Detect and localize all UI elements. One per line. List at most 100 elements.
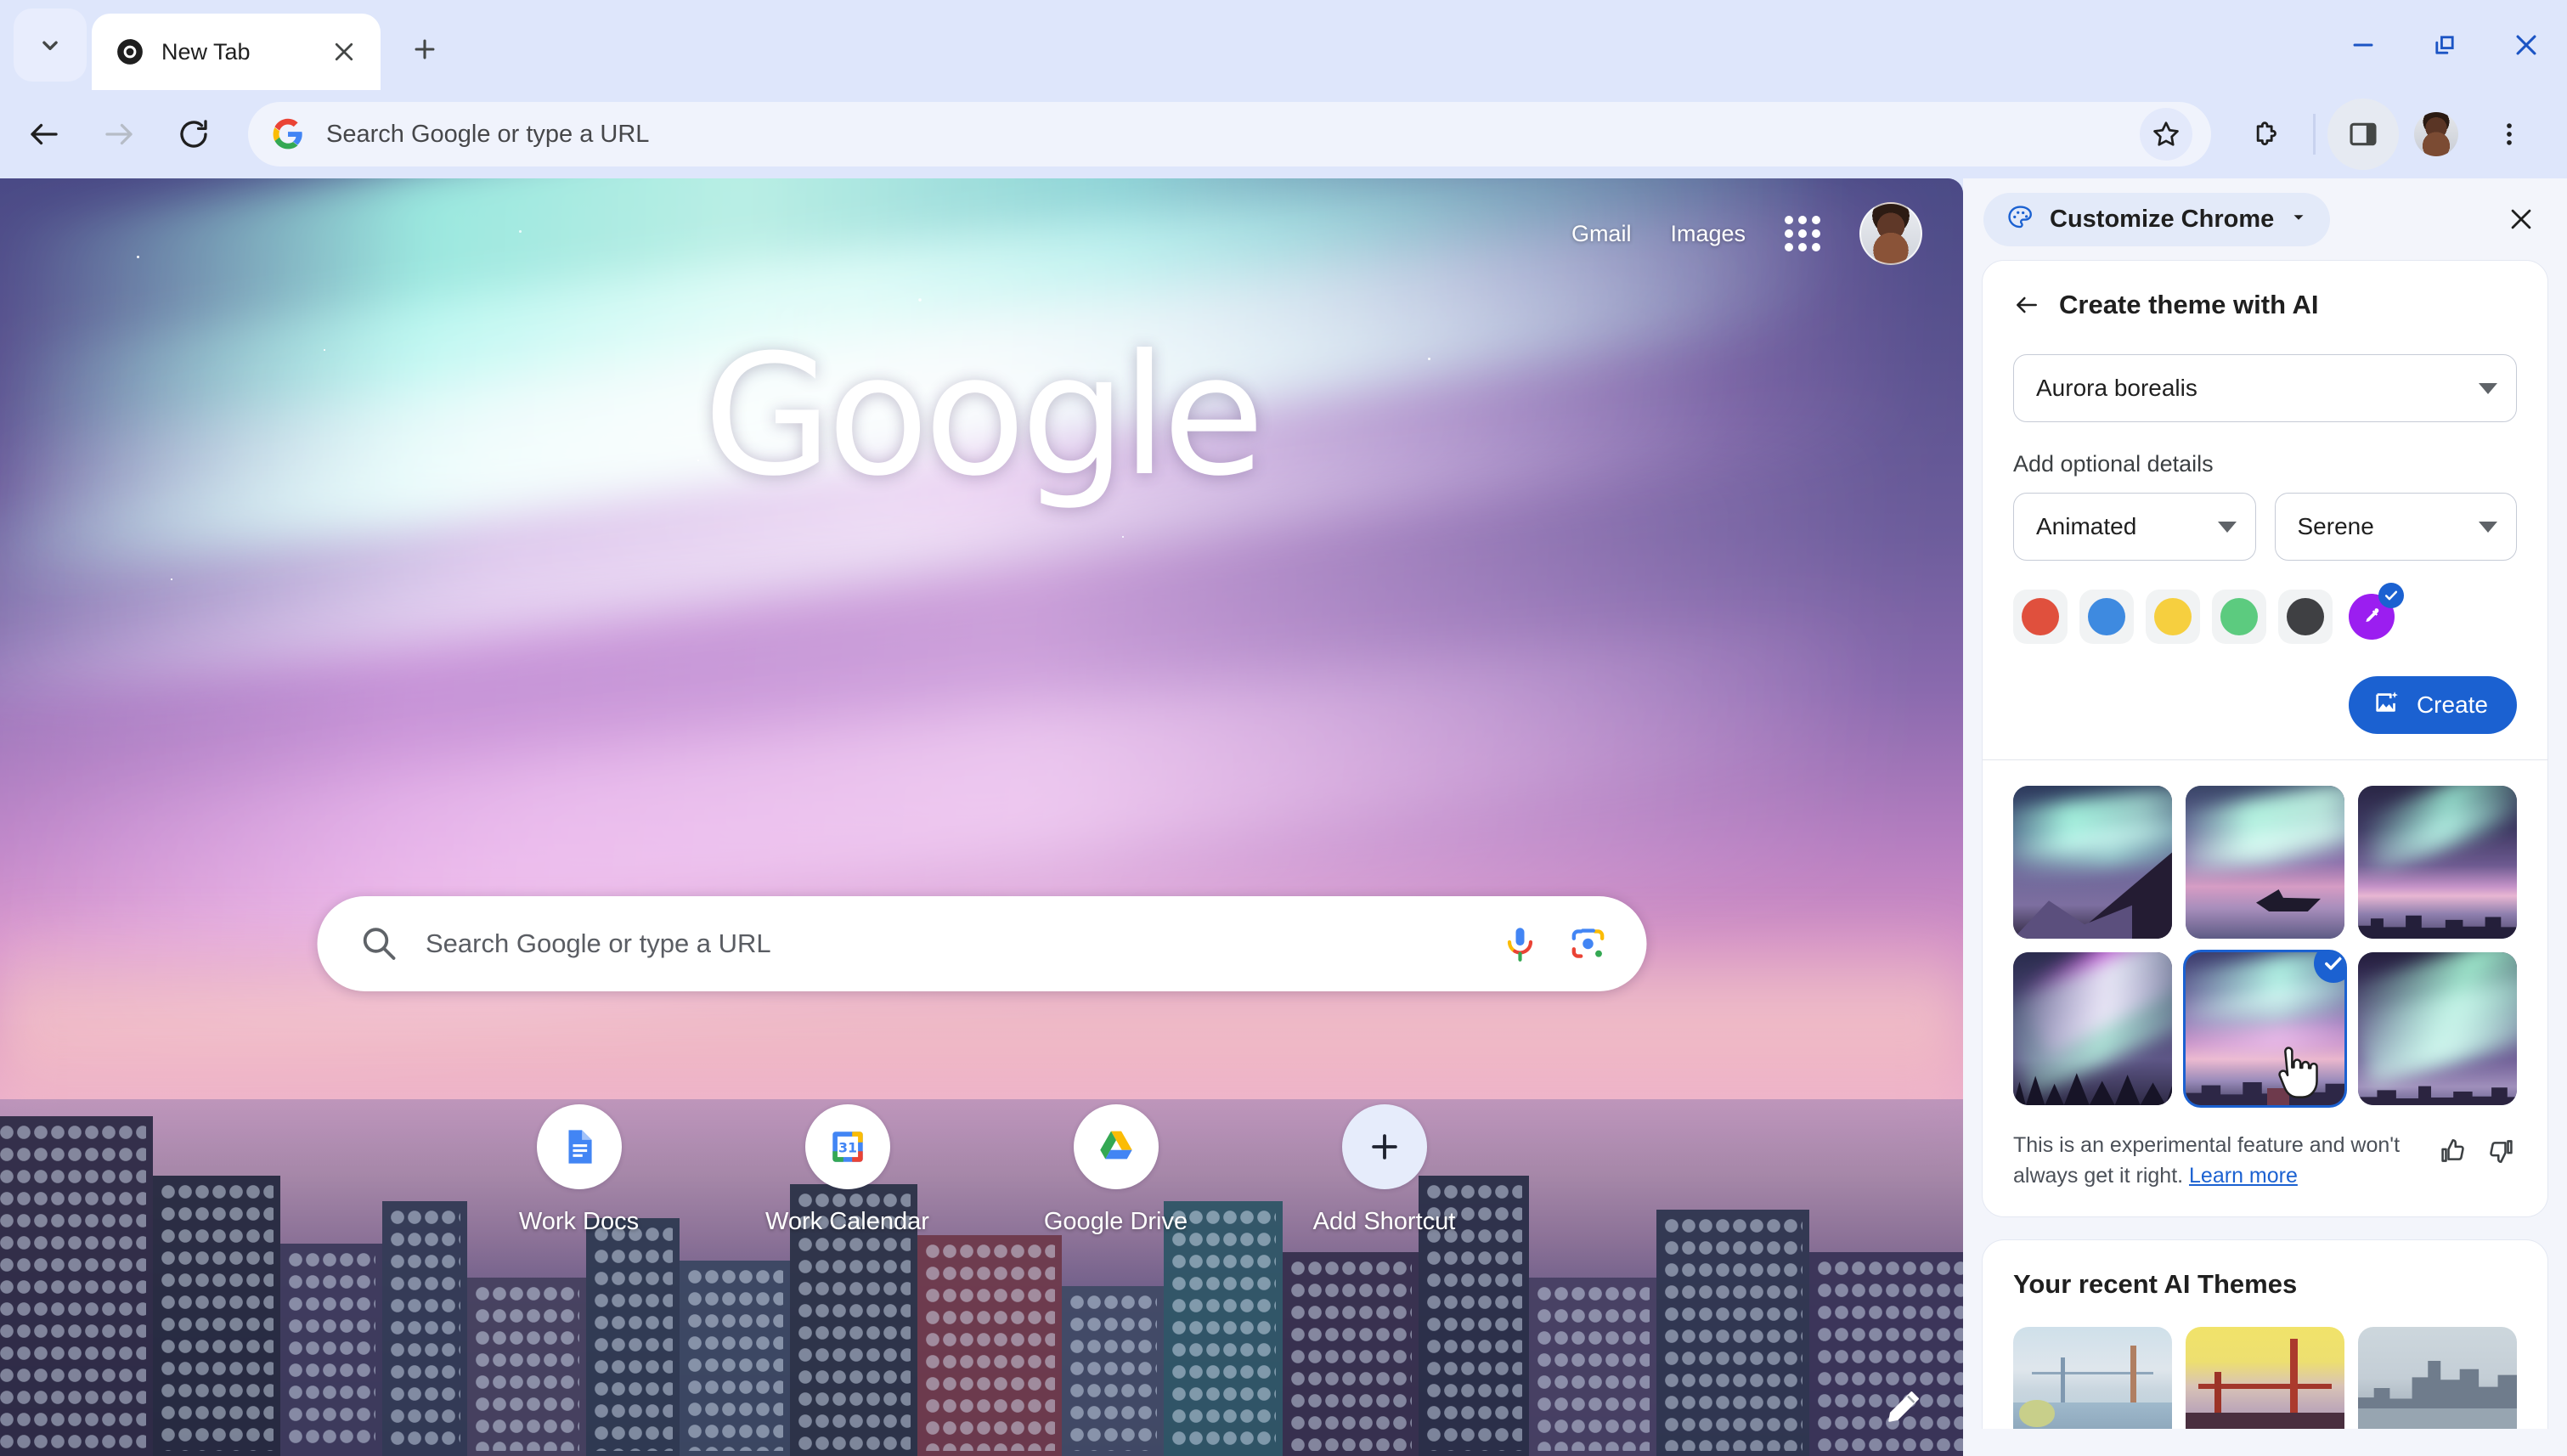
google-lens-icon[interactable] <box>1566 923 1609 965</box>
color-swatches <box>2013 583 2517 644</box>
back-button[interactable] <box>8 99 80 170</box>
pencil-icon <box>1888 1391 1919 1422</box>
optional-details-label: Add optional details <box>2013 451 2214 477</box>
omnibox[interactable]: Search Google or type a URL <box>248 102 2211 166</box>
images-link[interactable]: Images <box>1670 221 1746 247</box>
recent-theme-chicago-skyline[interactable] <box>2358 1327 2517 1429</box>
ntp-search-box[interactable]: Search Google or type a URL <box>317 896 1646 991</box>
check-icon <box>2378 583 2404 608</box>
edit-background-button[interactable] <box>1878 1383 1927 1432</box>
ntp-top-links: Gmail Images <box>1571 202 1922 265</box>
svg-text:31: 31 <box>838 1139 856 1155</box>
google-docs-icon <box>536 1104 622 1189</box>
profile-button[interactable] <box>2401 99 2472 170</box>
reload-button[interactable] <box>158 99 229 170</box>
side-panel-title: Customize Chrome <box>2050 205 2275 233</box>
side-panel-icon <box>2350 122 2377 146</box>
bookmark-star-icon[interactable] <box>2140 108 2192 161</box>
close-icon[interactable] <box>326 34 362 70</box>
close-icon <box>2511 209 2531 229</box>
theme-result-aurora-city-purple[interactable] <box>2183 950 2347 1108</box>
learn-more-link[interactable]: Learn more <box>2189 1164 2298 1188</box>
chevron-down-icon <box>2479 382 2497 394</box>
recent-theme-bay-bridge-pastel[interactable] <box>2013 1327 2172 1429</box>
side-panel-button[interactable] <box>2327 99 2399 170</box>
tab-search-button[interactable] <box>14 8 87 82</box>
chevron-down-icon <box>42 41 58 50</box>
side-panel-title-dropdown[interactable]: Customize Chrome <box>1983 192 2331 246</box>
chevron-down-icon <box>2217 521 2237 533</box>
shortcut-add[interactable]: Add Shortcut <box>1293 1104 1476 1236</box>
tab-new-tab[interactable]: New Tab <box>92 14 381 90</box>
google-calendar-icon: 31 <box>804 1104 890 1189</box>
search-icon <box>358 923 400 965</box>
mood-value: Serene <box>2297 513 2374 539</box>
image-sparkle-icon <box>2372 688 2401 723</box>
side-panel-header: Customize Chrome <box>1963 178 2567 260</box>
chrome-menu-button[interactable] <box>2474 99 2545 170</box>
style-value: Animated <box>2036 513 2137 539</box>
close-window-button[interactable] <box>2485 0 2567 90</box>
chrome-icon <box>116 37 144 66</box>
recent-ai-themes-grid <box>2013 1327 2517 1429</box>
style-select[interactable]: Animated <box>2013 493 2256 561</box>
subject-value: Aurora borealis <box>2036 375 2197 401</box>
color-swatch-yellow[interactable] <box>2146 590 2200 644</box>
create-button[interactable]: Create <box>2348 676 2517 734</box>
forward-button[interactable] <box>83 99 155 170</box>
restore-icon <box>2435 36 2454 54</box>
google-apps-icon[interactable] <box>1785 216 1820 251</box>
color-swatch-custom[interactable] <box>2344 583 2404 644</box>
shortcut-label: Work Docs <box>518 1208 640 1235</box>
shortcut-work-docs[interactable]: Work Docs <box>488 1104 671 1236</box>
create-button-row: Create <box>2013 676 2517 734</box>
color-swatch-blue[interactable] <box>2079 590 2134 644</box>
feedback-buttons <box>2437 1131 2517 1166</box>
avatar[interactable] <box>1859 202 1922 265</box>
shortcut-label: Add Shortcut <box>1312 1208 1456 1235</box>
customize-chrome-side-panel: Customize Chrome Create theme with AI Au… <box>1963 178 2567 1456</box>
avatar <box>2414 112 2458 156</box>
reload-icon <box>180 120 207 148</box>
back-arrow-icon[interactable] <box>2013 291 2040 319</box>
theme-result-aurora-mountains[interactable] <box>2013 786 2172 939</box>
recent-ai-themes-card: Your recent AI Themes <box>1982 1239 2548 1429</box>
extensions-button[interactable] <box>2230 99 2301 170</box>
minimize-button[interactable] <box>2322 0 2404 90</box>
optional-details-row: Animated Serene <box>2013 493 2517 561</box>
thumbs-up-icon[interactable] <box>2437 1136 2468 1166</box>
theme-result-aurora-island[interactable] <box>2186 786 2344 939</box>
shortcut-label: Work Calendar <box>765 1208 929 1235</box>
recent-theme-golden-gate-sunset[interactable] <box>2186 1327 2344 1429</box>
close-side-panel-button[interactable] <box>2497 195 2545 243</box>
puzzle-piece-icon <box>2256 121 2276 146</box>
recent-ai-themes-title: Your recent AI Themes <box>2013 1269 2298 1299</box>
minimize-icon <box>2353 43 2373 47</box>
color-swatch-green[interactable] <box>2212 590 2266 644</box>
color-swatch-grey[interactable] <box>2278 590 2333 644</box>
theme-result-aurora-town[interactable] <box>2358 952 2517 1105</box>
content-area: Gmail Images Google Search Google or typ… <box>0 178 2567 1456</box>
restore-button[interactable] <box>2404 0 2485 90</box>
theme-result-aurora-forest[interactable] <box>2013 952 2172 1105</box>
tab-strip: New Tab <box>0 0 2567 90</box>
shortcut-google-drive[interactable]: Google Drive <box>1024 1104 1208 1236</box>
shortcut-label: Google Drive <box>1043 1208 1188 1235</box>
side-panel-body[interactable]: Create theme with AI Aurora borealis Add… <box>1963 260 2567 1456</box>
experimental-disclaimer: This is an experimental feature and won'… <box>2013 1131 2517 1191</box>
ntp-search-placeholder: Search Google or type a URL <box>426 928 771 958</box>
google-drive-icon <box>1073 1104 1159 1189</box>
color-swatch-red[interactable] <box>2013 590 2068 644</box>
theme-result-aurora-city-horizon[interactable] <box>2358 786 2517 939</box>
toolbar-right-actions <box>2230 99 2545 170</box>
subject-select[interactable]: Aurora borealis <box>2013 354 2517 422</box>
gmail-link[interactable]: Gmail <box>1571 221 1632 247</box>
new-tab-button[interactable] <box>394 19 455 80</box>
toolbar-divider <box>2313 114 2316 155</box>
shortcut-work-calendar[interactable]: 31 Work Calendar <box>756 1104 939 1236</box>
tab-title: New Tab <box>161 38 251 65</box>
thumbs-down-icon[interactable] <box>2486 1136 2517 1166</box>
microphone-icon[interactable] <box>1498 923 1541 965</box>
mood-select[interactable]: Serene <box>2274 493 2517 561</box>
new-tab-page: Gmail Images Google Search Google or typ… <box>0 178 1963 1456</box>
